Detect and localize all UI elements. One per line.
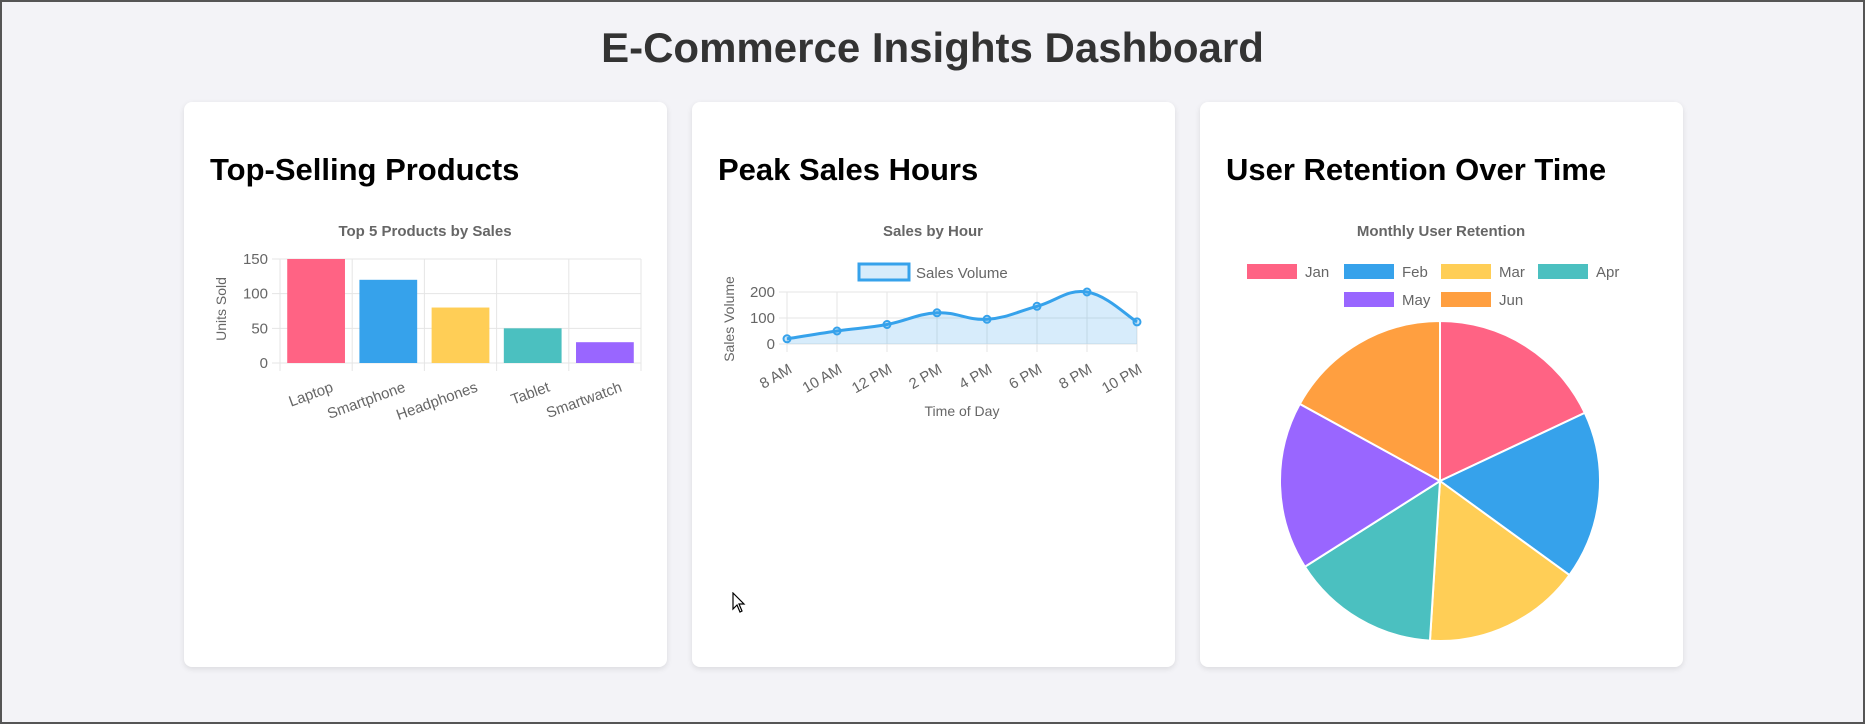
- pie-legend-swatch-may: [1344, 292, 1394, 307]
- pie-legend-label-may[interactable]: May: [1402, 292, 1431, 309]
- pie-chart-title: Monthly User Retention: [1357, 223, 1525, 240]
- bar-xtick-label: Smartphone: [325, 379, 408, 423]
- line-point-3[interactable]: [932, 308, 942, 318]
- line-xtick-label: 10 PM: [1099, 361, 1145, 397]
- line-chart-xlabel: Time of Day: [925, 403, 1000, 419]
- pie-legend-label-feb[interactable]: Feb: [1402, 264, 1428, 281]
- pie-legend-swatch-feb: [1344, 264, 1394, 279]
- line-xtick-label: 6 PM: [1006, 361, 1045, 393]
- bar-headphones[interactable]: [431, 307, 490, 363]
- bar-chart[interactable]: Top 5 Products by Sales Units Sold 0 50 10…: [184, 102, 667, 667]
- bar-smartwatch[interactable]: [576, 342, 634, 363]
- bar-xtick-label: Headphones: [394, 379, 480, 424]
- line-chart-title: Sales by Hour: [883, 223, 983, 240]
- line-chart-ylabel: Sales Volume: [721, 276, 737, 362]
- pie-legend-swatch-jun: [1441, 292, 1491, 307]
- bar-laptop[interactable]: [287, 259, 345, 363]
- pie-legend-label-jun[interactable]: Jun: [1499, 292, 1523, 309]
- line-xtick-label: 10 AM: [800, 361, 845, 397]
- line-legend-label[interactable]: Sales Volume: [916, 265, 1008, 282]
- line-ytick-label: 100: [750, 310, 775, 327]
- pie-legend-label-apr[interactable]: Apr: [1596, 264, 1619, 281]
- bar-chart-ylabel: Units Sold: [213, 277, 229, 341]
- bar-xtick-label: Tablet: [509, 379, 553, 409]
- line-xtick-label: 2 PM: [906, 361, 945, 393]
- bar-ytick-label: 100: [243, 286, 268, 303]
- line-point-6[interactable]: [1082, 287, 1092, 297]
- line-xtick-label: 8 AM: [757, 361, 795, 393]
- pie-chart[interactable]: Monthly User Retention Jan Feb Mar Apr May Ju…: [1200, 102, 1683, 667]
- user-retention-card: User Retention Over Time Monthly User Re…: [1200, 102, 1683, 667]
- bar-ytick-label: 150: [243, 251, 268, 268]
- line-xtick-label: 12 PM: [849, 361, 895, 397]
- pie-legend-swatch-jan: [1247, 264, 1297, 279]
- line-xtick-label: 8 PM: [1056, 361, 1095, 393]
- pie-legend-swatch-mar: [1441, 264, 1491, 279]
- line-point-4[interactable]: [982, 314, 992, 324]
- line-point-2[interactable]: [882, 320, 892, 329]
- bar-xtick-label: Smartwatch: [544, 379, 624, 422]
- line-ytick-label: 0: [767, 336, 775, 353]
- pie-legend-swatch-apr: [1538, 264, 1588, 279]
- bar-tablet[interactable]: [503, 328, 562, 363]
- page-title: E-Commerce Insights Dashboard: [601, 24, 1264, 71]
- bar-ytick-label: 50: [251, 320, 268, 337]
- peak-sales-hours-card: Peak Sales Hours Sales by Hour Sales Vol…: [692, 102, 1175, 667]
- line-point-7[interactable]: [1132, 317, 1142, 327]
- top-selling-products-card: Top-Selling Products Top 5 Products by S…: [184, 102, 667, 667]
- line-ytick-label: 200: [750, 284, 775, 301]
- line-point-5[interactable]: [1032, 301, 1042, 311]
- pie-legend-label-jan[interactable]: Jan: [1305, 264, 1329, 281]
- bar-ytick-label: 0: [260, 355, 268, 372]
- line-legend-swatch: [857, 262, 911, 282]
- line-xtick-label: 4 PM: [956, 361, 995, 393]
- line-point-1[interactable]: [832, 326, 842, 336]
- line-point-0[interactable]: [782, 334, 792, 344]
- bar-smartphone[interactable]: [359, 279, 418, 363]
- line-chart[interactable]: Sales by Hour Sales Volume Sales Volume …: [692, 102, 1175, 667]
- pie-legend-label-mar[interactable]: Mar: [1499, 264, 1525, 281]
- mouse-cursor-icon: [732, 592, 746, 613]
- bar-chart-title: Top 5 Products by Sales: [338, 223, 511, 240]
